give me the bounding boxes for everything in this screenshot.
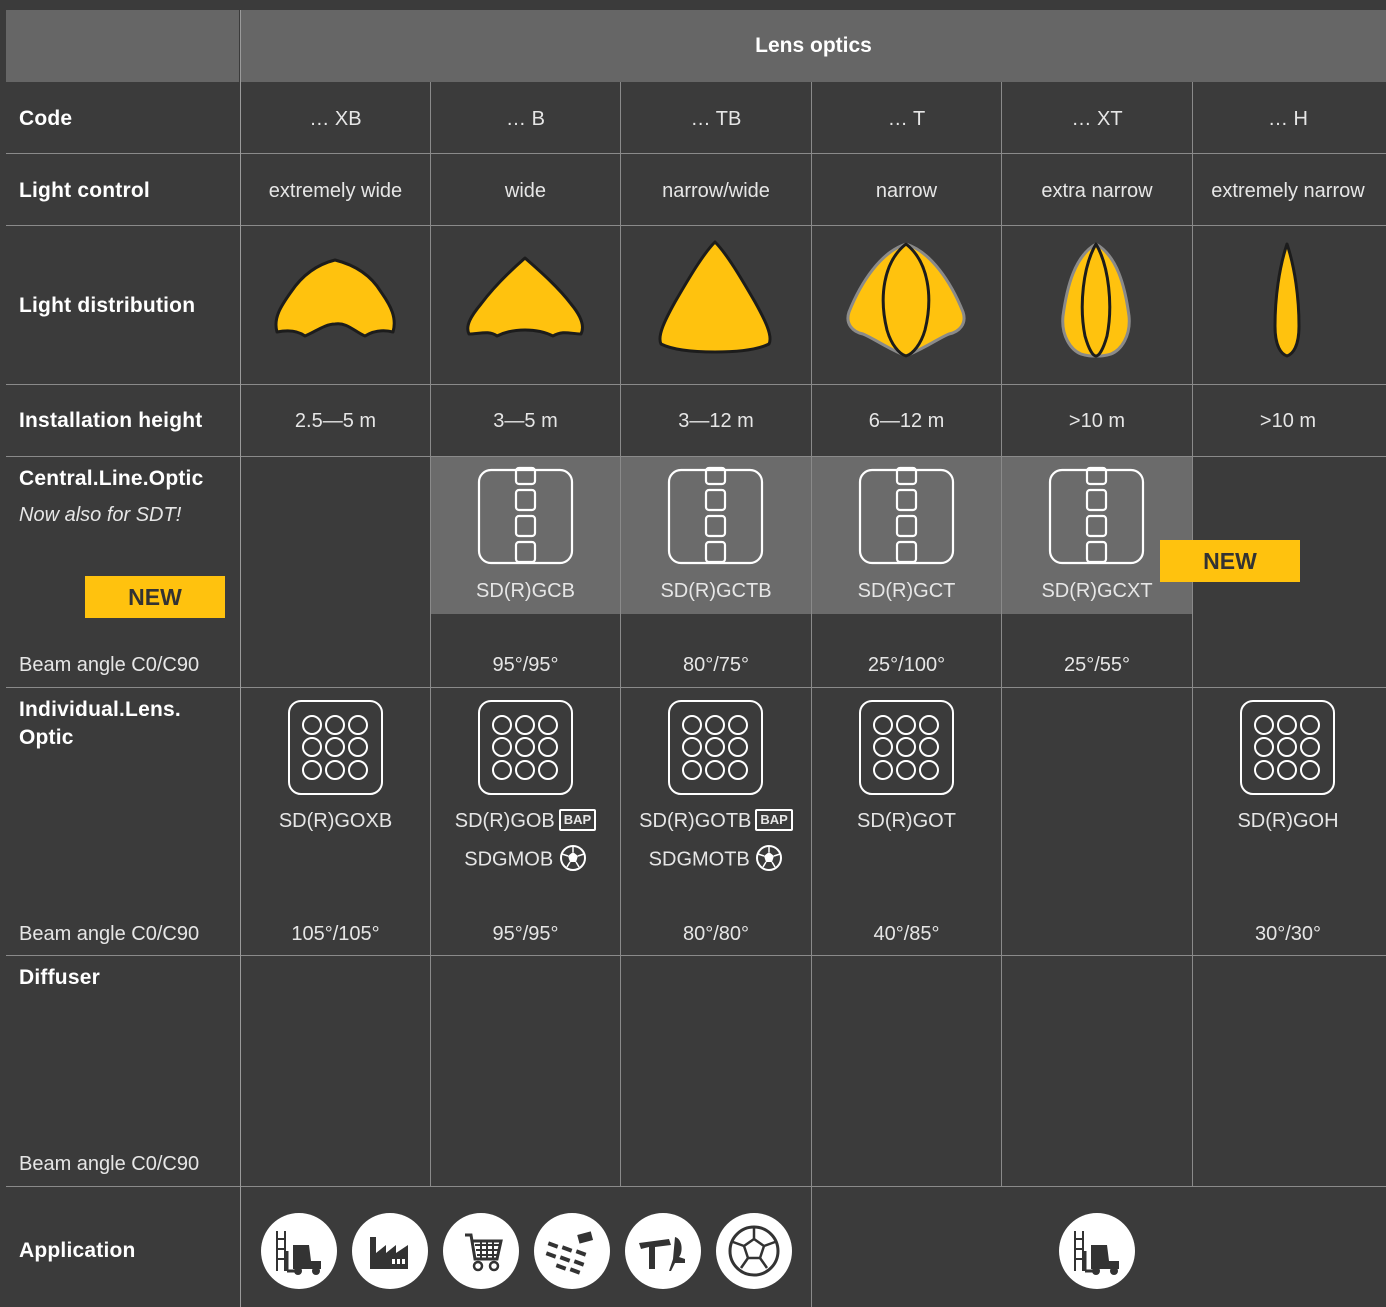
light-control-cell: extremely wide bbox=[268, 180, 403, 202]
divider bbox=[6, 456, 1386, 457]
bap-badge: BAP bbox=[755, 808, 793, 831]
row-label-application: Application bbox=[19, 1239, 136, 1262]
individual-lens-beam-angle: 105°/105° bbox=[291, 923, 380, 945]
individual-lens-product: SD(R)GOTB bbox=[639, 810, 752, 832]
light-control-cell: wide bbox=[504, 180, 547, 202]
row-label-diffuser: Diffuser bbox=[19, 966, 100, 989]
code-cell: … XT bbox=[1071, 108, 1123, 130]
individual-lens-product-row: SD(R)GOTB BAP bbox=[621, 808, 811, 833]
central-line-product: SD(R)GCT bbox=[857, 580, 956, 602]
divider bbox=[240, 10, 241, 1307]
light-control-cell: narrow bbox=[875, 180, 938, 202]
factory-icon bbox=[352, 1213, 428, 1289]
code-cell: … H bbox=[1268, 108, 1308, 130]
office-icon bbox=[625, 1213, 701, 1289]
header-title: Lens optics bbox=[755, 34, 872, 57]
row-label-code: Code bbox=[19, 107, 73, 130]
individual-lens-product: SD(R)GOXB bbox=[278, 810, 393, 832]
row-label-individual-lens-optic-2: Optic bbox=[19, 726, 74, 749]
individual-lens-product-row: SD(R)GOB BAP bbox=[431, 808, 620, 833]
individual-lens-product: SD(R)GOB bbox=[454, 810, 555, 832]
classroom-icon bbox=[534, 1213, 610, 1289]
individual-lens-secondary-row: SDGMOB bbox=[431, 845, 620, 874]
row-label-light-distribution: Light distribution bbox=[19, 294, 196, 317]
beam-angle-label: Beam angle C0/C90 bbox=[19, 923, 200, 945]
central-line-product: SD(R)GCXT bbox=[1041, 580, 1153, 602]
divider bbox=[6, 955, 1386, 956]
divider bbox=[6, 1186, 1386, 1187]
individual-lens-beam-angle: 95°/95° bbox=[492, 923, 559, 945]
beam-angle-label: Beam angle C0/C90 bbox=[19, 654, 200, 676]
divider bbox=[6, 687, 1386, 688]
row-label-central-line-optic: Central.Line.Optic bbox=[19, 467, 204, 490]
football-icon bbox=[559, 845, 586, 871]
central-line-optic-icon bbox=[477, 466, 574, 565]
individual-lens-secondary-row: SDGMOTB bbox=[621, 845, 811, 874]
central-line-optic-icon bbox=[858, 466, 955, 565]
shopping-cart-icon bbox=[443, 1213, 519, 1289]
forklift-icon bbox=[1059, 1213, 1135, 1289]
distribution-extra-narrow-icon bbox=[1061, 242, 1131, 358]
code-cell: … XB bbox=[309, 108, 362, 130]
distribution-extremely-wide-icon bbox=[274, 258, 396, 338]
central-line-beam-angle: 25°/55° bbox=[1063, 654, 1131, 676]
individual-lens-product: SD(R)GOT bbox=[857, 810, 956, 832]
central-line-beam-angle: 25°/100° bbox=[867, 654, 946, 676]
central-line-icons bbox=[477, 466, 1145, 565]
central-line-optic-icon bbox=[1048, 466, 1145, 565]
individual-lens-optic-icon bbox=[859, 700, 954, 795]
code-cell: … B bbox=[506, 108, 545, 130]
row-label-light-control: Light control bbox=[19, 179, 150, 202]
installation-height-cell: 3—5 m bbox=[493, 410, 558, 432]
distribution-wide-icon bbox=[466, 256, 585, 338]
light-distribution-shapes bbox=[274, 240, 1301, 358]
central-line-subtitle: Now also for SDT! bbox=[19, 504, 182, 526]
installation-height-cell: 2.5—5 m bbox=[294, 410, 377, 432]
football-icon bbox=[716, 1213, 792, 1289]
light-control-cell: extra narrow bbox=[1041, 180, 1153, 202]
code-cell: … TB bbox=[690, 108, 742, 130]
individual-lens-optic-icon bbox=[478, 700, 573, 795]
central-line-beam-angle: 80°/75° bbox=[682, 654, 750, 676]
individual-lens-product: SD(R)GOH bbox=[1237, 810, 1339, 832]
individual-lens-beam-angle: 80°/80° bbox=[682, 923, 750, 945]
individual-lens-optic-icon bbox=[288, 700, 383, 795]
individual-lens-optic-icon bbox=[1240, 700, 1335, 795]
individual-lens-beam-angle: 30°/30° bbox=[1254, 923, 1322, 945]
forklift-icon bbox=[261, 1213, 337, 1289]
central-line-product: SD(R)GCB bbox=[476, 580, 575, 602]
installation-height-cell: >10 m bbox=[1259, 410, 1317, 432]
distribution-narrow-wide-icon bbox=[658, 240, 772, 354]
individual-lens-secondary: SDGMOB bbox=[464, 848, 554, 871]
row-label-individual-lens-optic-1: Individual.Lens. bbox=[19, 698, 181, 721]
installation-height-cell: 3—12 m bbox=[678, 410, 754, 432]
new-badge: NEW bbox=[85, 576, 225, 618]
light-control-cell: narrow/wide bbox=[662, 180, 770, 202]
divider bbox=[6, 384, 1386, 385]
light-control-cell: extremely narrow bbox=[1211, 180, 1365, 202]
distribution-narrow-icon bbox=[846, 242, 966, 358]
installation-height-cell: 6—12 m bbox=[868, 410, 945, 432]
bap-badge: BAP bbox=[558, 808, 597, 831]
beam-angle-label: Beam angle C0/C90 bbox=[19, 1153, 200, 1175]
central-line-optic-icon bbox=[667, 466, 764, 565]
header-corner bbox=[6, 10, 239, 82]
central-line-beam-angle: 95°/95° bbox=[492, 654, 559, 676]
individual-lens-beam-angle: 40°/85° bbox=[873, 923, 940, 945]
installation-height-cell: >10 m bbox=[1068, 410, 1126, 432]
individual-lens-optic-icon bbox=[668, 700, 763, 795]
football-icon bbox=[756, 845, 783, 871]
divider bbox=[6, 153, 1386, 154]
individual-lens-secondary: SDGMOTB bbox=[648, 848, 750, 871]
individual-lens-icons bbox=[288, 700, 1335, 795]
central-line-product: SD(R)GCTB bbox=[660, 580, 772, 602]
code-cell: … T bbox=[887, 108, 926, 130]
distribution-extremely-narrow-icon bbox=[1273, 242, 1301, 358]
row-label-installation-height: Installation height bbox=[19, 409, 203, 432]
